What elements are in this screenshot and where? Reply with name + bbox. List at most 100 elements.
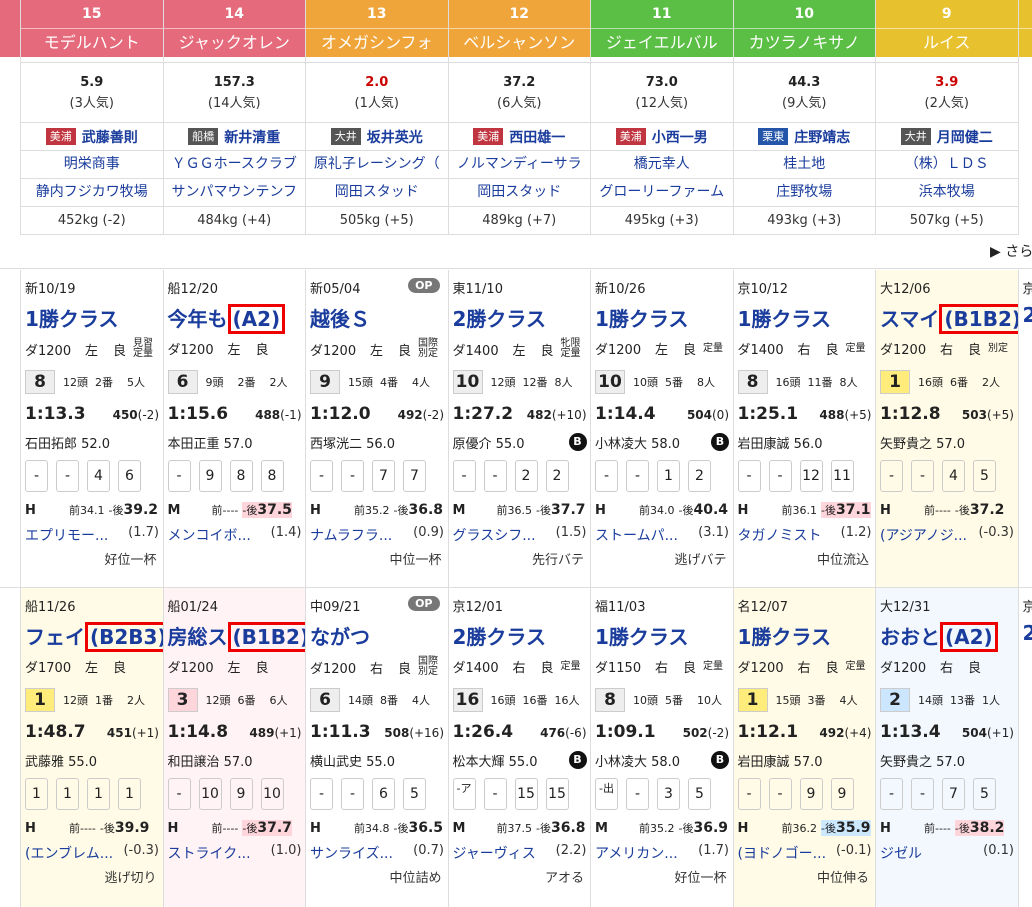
winner-horse-link[interactable]: (アジアノジ... [880, 525, 967, 545]
jockey-weight[interactable]: 和田譲治 57.0 [168, 751, 253, 770]
more-link[interactable]: ▶ さら [990, 241, 1032, 261]
horse-name[interactable]: モデルハント [21, 28, 164, 57]
breeder-link[interactable]: 浜本牧場 [876, 179, 1019, 207]
past-race-card[interactable]: 新05/04 OP 越後Ｓ ダ1200 左良国際 別定 9 15頭 4番 4人 1:12.0 492… [306, 270, 449, 587]
owner-link[interactable]: 明栄商事 [21, 151, 164, 179]
jockey-weight[interactable]: 小林凌大 58.0 [595, 433, 680, 452]
jockey-weight[interactable]: 原優介 55.0 [453, 433, 525, 452]
jockey-name[interactable]: 坂井英光 [367, 127, 423, 147]
popularity: 8人 [697, 376, 715, 389]
owner-link[interactable]: 橋元幸人 [591, 151, 734, 179]
winner-horse-link[interactable]: ジゼル [880, 843, 922, 863]
winner-horse-link[interactable]: メンコイボ... [168, 525, 251, 545]
jockey-name[interactable]: 新井清重 [224, 127, 280, 147]
horse-name[interactable]: ルイス [876, 28, 1019, 57]
body-weight-value: 502 [682, 726, 708, 740]
jockey-weight[interactable]: 石田拓郎 52.0 [25, 433, 110, 452]
jockey-weight[interactable]: 矢野貴之 57.0 [880, 751, 965, 770]
owner-link[interactable]: （株）ＬＤＳ [876, 151, 1019, 179]
race-title[interactable]: フェイ (B2B3) [25, 621, 163, 652]
past-race-card[interactable]: 福11/03 1勝クラス ダ1150 右良定量 8 10頭 5番 10人 1:09.1 502(-… [591, 588, 734, 907]
race-title[interactable]: 今年も (A2) [168, 303, 286, 334]
body-weight-value: 504 [961, 726, 987, 740]
winner-horse-link[interactable]: ストームパ... [595, 525, 678, 545]
jockey-weight[interactable]: 岩田康誠 57.0 [738, 751, 823, 770]
winner-horse-link[interactable]: (エンブレム... [25, 843, 113, 863]
race-title[interactable]: 房総ス (B1B2) [168, 621, 306, 652]
breeder-link[interactable]: グローリーファーム [591, 179, 734, 207]
owner-link[interactable]: ノルマンディーサラ [448, 151, 591, 179]
jockey-weight[interactable]: 松本大輝 55.0 [453, 751, 538, 770]
winner-horse-link[interactable]: ストライク... [168, 843, 251, 863]
past-race-card[interactable]: 船12/20 今年も (A2) ダ1200 左良 6 9頭 2番 2人 1:15.6 488(-1)… [164, 270, 306, 587]
race-comment: 中位流込 [816, 553, 869, 568]
jockey-weight[interactable]: 武藤雅 55.0 [25, 751, 97, 770]
jockey-weight[interactable]: 横山武史 55.0 [310, 751, 395, 770]
jockey-weight[interactable]: 西塚洸二 56.0 [310, 433, 395, 452]
race-title[interactable]: 1勝クラス [738, 303, 832, 332]
horse-name[interactable]: カツラノキサノ [733, 28, 876, 57]
past-race-card[interactable]: 船11/26 フェイ (B2B3) ダ1700 左良 1 12頭 1番 2人 1:48.7 451(… [21, 588, 164, 907]
horse-name[interactable]: ジェイエルバル [591, 28, 734, 57]
past-race-card[interactable]: 新10/19 1勝クラス ダ1200 左良見習 定量 8 12頭 2番 5人 1:13.3 450… [21, 270, 164, 587]
jockey-name[interactable]: 庄野靖志 [794, 127, 850, 147]
jockey-weight[interactable]: 矢野貴之 57.0 [880, 433, 965, 452]
horse-name[interactable]: ベルシャンソン [448, 28, 591, 57]
breeder-link[interactable]: サンパマウンテンフ [163, 179, 306, 207]
race-title[interactable]: 1勝クラス [738, 621, 832, 650]
jockey-name[interactable]: 小西一男 [652, 127, 708, 147]
horse-name[interactable]: オメガシンフォ [306, 28, 449, 57]
owner-link[interactable]: 原礼子レーシング（ [306, 151, 449, 179]
breeder-link[interactable]: 庄野牧場 [733, 179, 876, 207]
race-title[interactable]: 1勝クラス [595, 303, 689, 332]
race-title[interactable]: ながつ [310, 621, 370, 650]
owner-link[interactable]: 桂土地 [733, 151, 876, 179]
jockey-name[interactable]: 西田雄一 [509, 127, 565, 147]
jockey-name[interactable]: 武藤善則 [82, 127, 138, 147]
winner-horse-link[interactable]: グラスシフ... [453, 525, 536, 545]
win-odds: 73.0 [645, 75, 678, 90]
past-race-card[interactable]: 船01/24 房総ス (B1B2) ダ1200 左良 3 12頭 6番 6人 1:14.8 489(… [163, 588, 306, 907]
jockey-weight[interactable]: 本田正重 57.0 [168, 433, 253, 452]
jockey-weight[interactable]: 小林凌大 58.0 [595, 751, 680, 770]
race-title[interactable]: 2勝クラス [453, 621, 547, 650]
race-time: 1:48.7 [25, 722, 86, 742]
breeder-link[interactable]: 岡田スタッド [306, 179, 449, 207]
past-race-card[interactable]: 京10/12 1勝クラス ダ1400 右良定量 8 16頭 11番 8人 1:25.1 488(+… [734, 270, 876, 587]
winner-horse-link[interactable]: アメリカン... [595, 843, 678, 863]
past-race-card[interactable]: 京12/01 2勝クラス ダ1400 右良定量 16 16頭 16番 16人 1:26.4 476… [449, 588, 591, 907]
past-race-card[interactable]: 名12/07 1勝クラス ダ1200 右良定量 1 15頭 3番 4人 1:12.1 492(+4… [733, 588, 876, 907]
jockey-name[interactable]: 月岡健二 [937, 127, 993, 147]
winner-horse-link[interactable]: タガノミスト [738, 525, 822, 545]
body-weight-diff: (-2) [707, 726, 729, 740]
winner-horse-link[interactable]: サンライズ... [310, 843, 393, 863]
past-race-card[interactable]: 中09/21 OP ながつ ダ1200 右良国際 別定 6 14頭 8番 4人 1:11.3 508… [306, 588, 449, 907]
jockey-weight[interactable]: 岩田康誠 56.0 [738, 433, 823, 452]
race-title[interactable]: 1勝クラス [25, 303, 119, 332]
race-title[interactable]: 1勝クラス [595, 621, 689, 650]
race-title[interactable]: スマイ (B1B2) [880, 303, 1018, 334]
past-race-card[interactable]: 大12/06 スマイ (B1B2) ダ1200 右良別定 1 16頭 6番 2人 1:12.8 50… [876, 270, 1019, 587]
past-race-card[interactable]: 大12/31 おおと (A2) ダ1200 右良 2 14頭 13番 1人 1:13.4 504(+… [876, 588, 1019, 907]
winner-horse-link[interactable]: エプリモー... [25, 525, 108, 545]
race-title[interactable]: 2勝クラス [453, 303, 547, 332]
winner-horse-link[interactable]: ナムラフラ... [310, 525, 392, 545]
field-size: 14頭 [918, 694, 943, 707]
breeder-link[interactable]: 静内フジカワ牧場 [21, 179, 164, 207]
corner-position: 10 [260, 778, 284, 810]
race-date: 東11/10 [452, 282, 503, 297]
breeder-link[interactable]: 岡田スタッド [448, 179, 591, 207]
race-title[interactable]: 越後Ｓ [310, 303, 370, 332]
corner-position: 2 [688, 460, 711, 492]
stable-badge: 大井 [330, 128, 361, 145]
past-race-card[interactable]: 新10/26 1勝クラス ダ1200 左良定量 10 10頭 5番 8人 1:14.4 504(0… [591, 270, 734, 587]
winner-horse-link[interactable]: ジャーヴィス [453, 843, 536, 863]
owner-link[interactable]: ＹＧＧホースクラブ [163, 151, 306, 179]
race-title[interactable]: おおと (A2) [880, 621, 998, 652]
first-3f: 前34.1 [69, 504, 105, 517]
horse-name[interactable]: ジャックオレン [163, 28, 306, 57]
winner-horse-link[interactable]: (ヨドノゴー... [738, 843, 827, 863]
past-race-card[interactable]: 東11/10 2勝クラス ダ1400 左良牝限 定量 10 12頭 12番 8人 1:27.2 4… [449, 270, 591, 587]
grade-tag: (B1B2) [227, 622, 306, 652]
corner-position: 7 [942, 778, 965, 810]
